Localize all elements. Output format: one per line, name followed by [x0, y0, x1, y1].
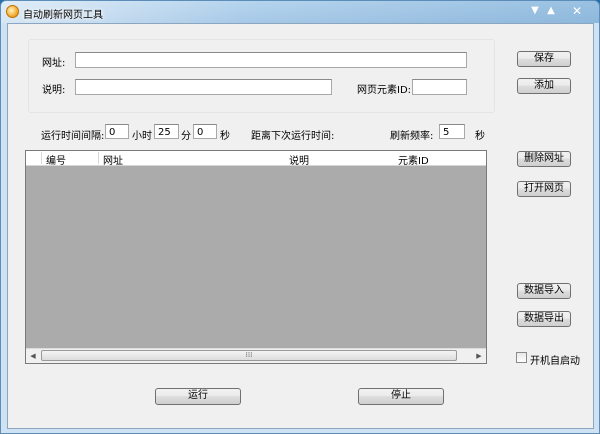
element-id-label: 网页元素ID: [357, 85, 412, 96]
stop-button[interactable]: 停止 [358, 388, 444, 405]
autostart-label[interactable]: 开机自启动 [530, 352, 580, 367]
refresh-rate-unit-label: 秒 [475, 131, 485, 142]
autostart-checkbox[interactable] [516, 352, 527, 363]
refresh-rate-input[interactable]: 5 [439, 124, 465, 139]
minutes-unit-label: 分 [181, 131, 191, 142]
column-separator [41, 152, 42, 164]
export-data-button[interactable]: 数据导出 [517, 311, 571, 327]
interval-label: 运行时间间隔: [41, 131, 105, 142]
hours-input[interactable]: 0 [105, 124, 129, 139]
table-header: 编号 网址 说明 元素ID [26, 151, 486, 167]
seconds-unit-label: 秒 [220, 131, 230, 142]
refresh-rate-label: 刷新频率: [390, 131, 434, 142]
window-title: 自动刷新网页工具 [23, 10, 103, 21]
app-icon [6, 5, 19, 18]
close-icon[interactable]: ✕ [567, 3, 587, 19]
open-page-button[interactable]: 打开网页 [517, 181, 571, 197]
column-header-description[interactable]: 说明 [289, 152, 309, 167]
column-header-url[interactable]: 网址 [103, 152, 123, 167]
app-window: 自动刷新网页工具 ▼ ▲ ✕ 网址: 说明: 网页元素ID: 保存 添加 运行时… [0, 0, 600, 434]
entry-group: 网址: 说明: 网页元素ID: [28, 39, 495, 113]
horizontal-scrollbar[interactable]: ◀ ⁞⁞⁞ ▶ [26, 348, 486, 363]
minutes-input[interactable]: 25 [154, 124, 179, 139]
hours-unit-label: 小时 [132, 131, 152, 142]
delete-url-button[interactable]: 删除网址 [517, 151, 571, 167]
scroll-right-icon[interactable]: ▶ [472, 349, 486, 363]
column-header-number[interactable]: 编号 [46, 152, 66, 167]
element-id-input[interactable] [412, 79, 467, 95]
add-button[interactable]: 添加 [517, 78, 571, 94]
client-area: 网址: 说明: 网页元素ID: 保存 添加 运行时间间隔: 0 小时 25 分 … [7, 23, 594, 429]
url-label: 网址: [42, 58, 66, 69]
scroll-left-icon[interactable]: ◀ [26, 349, 40, 363]
title-bar[interactable]: 自动刷新网页工具 ▼ ▲ ✕ [1, 1, 599, 23]
scroll-thumb[interactable]: ⁞⁞⁞ [41, 350, 457, 361]
column-header-element-id[interactable]: 元素ID [398, 152, 429, 167]
minimize-up-icon[interactable]: ▲ [541, 3, 561, 19]
url-input[interactable] [75, 52, 467, 68]
import-data-button[interactable]: 数据导入 [517, 283, 571, 299]
description-input[interactable] [75, 79, 332, 95]
description-label: 说明: [42, 85, 66, 96]
column-separator [98, 152, 99, 164]
run-button[interactable]: 运行 [155, 388, 241, 405]
save-button[interactable]: 保存 [517, 51, 571, 67]
url-list-table[interactable]: 编号 网址 说明 元素ID ◀ ⁞⁞⁞ ▶ [25, 150, 487, 364]
next-run-label: 距离下次运行时间: [251, 131, 335, 142]
seconds-input[interactable]: 0 [193, 124, 217, 139]
